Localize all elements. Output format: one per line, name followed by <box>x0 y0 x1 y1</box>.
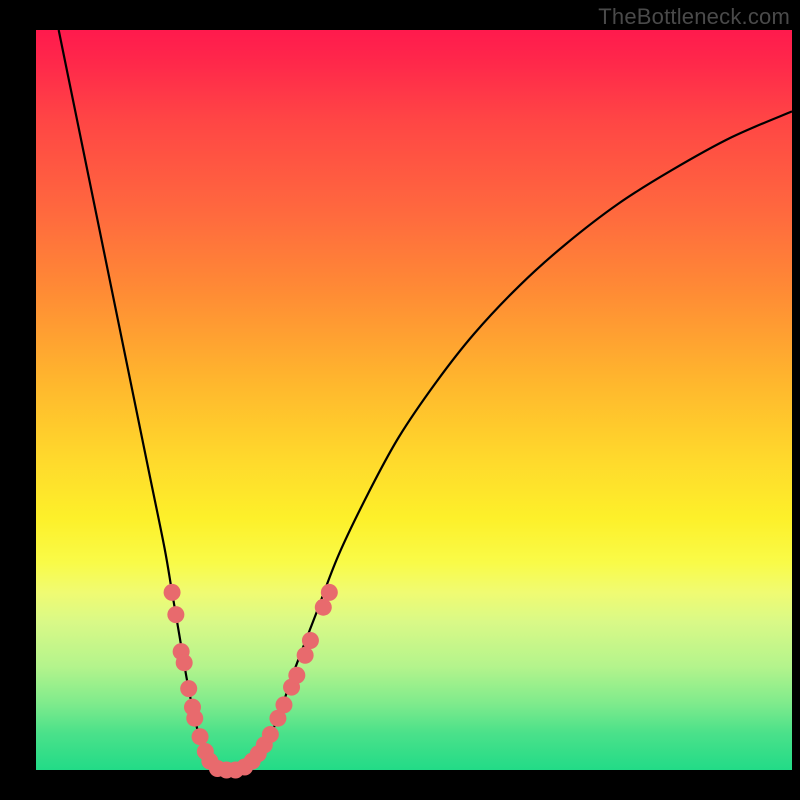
plot-area <box>36 30 792 770</box>
data-dot <box>297 647 314 664</box>
data-dot <box>186 710 203 727</box>
data-dot <box>192 728 209 745</box>
data-dots <box>164 584 338 779</box>
chart-frame: TheBottleneck.com <box>0 0 800 800</box>
data-dot <box>262 726 279 743</box>
data-dot <box>275 696 292 713</box>
bottleneck-curve <box>59 30 792 771</box>
data-dot <box>176 654 193 671</box>
bottleneck-curve-svg <box>36 30 792 770</box>
data-dot <box>302 632 319 649</box>
watermark-text: TheBottleneck.com <box>598 4 790 30</box>
data-dot <box>167 606 184 623</box>
data-dot <box>288 667 305 684</box>
data-dot <box>180 680 197 697</box>
data-dot <box>321 584 338 601</box>
data-dot <box>164 584 181 601</box>
data-dot <box>315 599 332 616</box>
